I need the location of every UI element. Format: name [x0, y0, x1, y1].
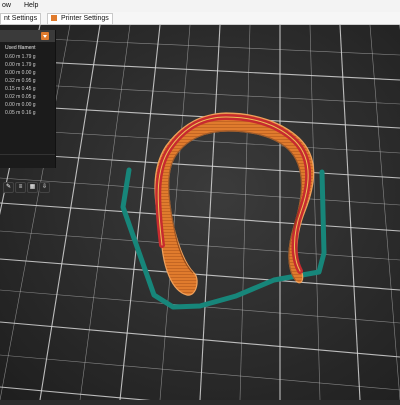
export-icon[interactable]: ⇩ [39, 182, 50, 193]
panel-tools: ✎ ≡ ▦ ⇩ [0, 177, 55, 195]
filament-row: 0.15 m 0.45 g [5, 86, 36, 92]
panel-divider [0, 154, 55, 155]
print-bed [0, 25, 400, 400]
tab-print-settings[interactable]: nt Settings [0, 13, 42, 25]
brush-icon[interactable]: ✎ [3, 182, 14, 193]
filament-usage-panel: Used filament 0.60 m 1.79 g 0.00 m 1.79 … [0, 30, 56, 193]
filament-row: 0.00 m 0.00 g [5, 102, 36, 108]
filament-row: 0.00 m 0.00 g [5, 70, 36, 76]
layers-icon[interactable]: ≡ [15, 182, 26, 193]
scene [0, 24, 400, 405]
dropdown-icon[interactable] [41, 32, 49, 40]
tab-bar: nt Settings Printer Settings [0, 12, 400, 25]
filament-row: 0.32 m 0.95 g [5, 78, 36, 84]
printer-icon [51, 15, 57, 22]
menu-item-window[interactable]: ow [2, 0, 11, 12]
tab-label-print-settings: nt Settings [4, 15, 38, 22]
tab-label-printer-settings: Printer Settings [60, 15, 109, 22]
cube-icon[interactable]: ▦ [27, 182, 38, 193]
filament-row: 0.00 m 1.79 g [5, 62, 36, 68]
used-filament-header: Used filament [5, 45, 36, 51]
filament-row: 0.02 m 0.05 g [5, 94, 36, 100]
tab-printer-settings[interactable]: Printer Settings [47, 13, 113, 25]
menu-item-help[interactable]: Help [24, 0, 38, 12]
filament-row: 0.05 m 0.16 g [5, 110, 36, 116]
3d-viewport[interactable] [0, 24, 400, 405]
filament-row: 0.60 m 1.79 g [5, 54, 36, 60]
